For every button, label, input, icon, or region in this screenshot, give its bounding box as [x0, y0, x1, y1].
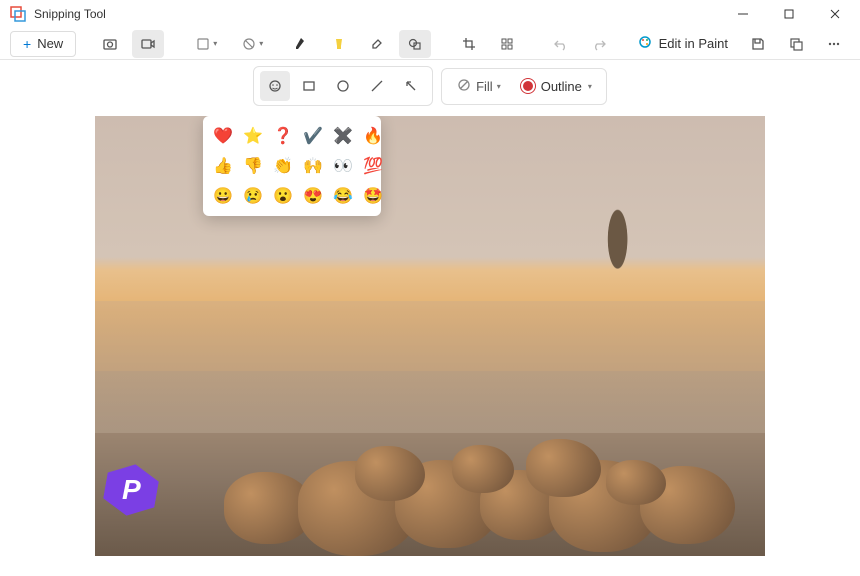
circle-shape-button[interactable]: [328, 71, 358, 101]
highlighter-tool-button[interactable]: [323, 30, 355, 58]
camera-mode-button[interactable]: [94, 30, 126, 58]
plus-icon: +: [23, 36, 31, 52]
outline-dropdown[interactable]: Outline ▾: [513, 75, 600, 98]
emoji-thumbs-up[interactable]: 👍: [211, 154, 235, 178]
emoji-star-eyes[interactable]: 🤩: [361, 184, 385, 208]
copy-button[interactable]: [780, 30, 812, 58]
photo-content: [95, 116, 765, 556]
outline-label: Outline: [541, 79, 582, 94]
video-mode-button[interactable]: [132, 30, 164, 58]
emoji-question[interactable]: ❓: [271, 124, 295, 148]
fill-label: Fill: [476, 79, 493, 94]
emoji-raised-hands[interactable]: 🙌: [301, 154, 325, 178]
captured-image[interactable]: P ❤️ ⭐ ❓ ✔️ ✖️ 🔥 👍 👎 👏 🙌 👀 💯 😀 😢 😮 😍 😂 🤩: [95, 116, 765, 556]
shape-mode-dropdown[interactable]: ▾: [186, 30, 226, 58]
line-shape-button[interactable]: [362, 71, 392, 101]
emoji-heart-eyes[interactable]: 😍: [301, 184, 325, 208]
pen-tool-button[interactable]: [285, 30, 317, 58]
emoji-fire[interactable]: 🔥: [361, 124, 385, 148]
close-button[interactable]: [812, 0, 858, 28]
shape-picker-group: [253, 66, 433, 106]
titlebar: Snipping Tool: [0, 0, 860, 28]
emoji-check[interactable]: ✔️: [301, 124, 325, 148]
chevron-down-icon: ▾: [588, 82, 592, 91]
outline-color-swatch: [521, 79, 535, 93]
emoji-wow[interactable]: 😮: [271, 184, 295, 208]
edit-in-paint-button[interactable]: Edit in Paint: [629, 30, 736, 57]
emoji-shape-button[interactable]: [260, 71, 290, 101]
emoji-clap[interactable]: 👏: [271, 154, 295, 178]
maximize-button[interactable]: [766, 0, 812, 28]
new-button-label: New: [37, 36, 63, 51]
fill-outline-group: Fill ▾ Outline ▾: [441, 68, 607, 105]
arrow-shape-button[interactable]: [396, 71, 426, 101]
window-title: Snipping Tool: [34, 7, 720, 21]
app-icon: [10, 6, 26, 22]
chevron-down-icon: ▾: [497, 82, 501, 91]
no-fill-icon: [456, 77, 472, 96]
redo-button[interactable]: [583, 30, 615, 58]
emoji-thumbs-down[interactable]: 👎: [241, 154, 265, 178]
emoji-star[interactable]: ⭐: [241, 124, 265, 148]
emoji-grin[interactable]: 😀: [211, 184, 235, 208]
shapes-tool-button[interactable]: [399, 30, 431, 58]
emoji-hundred[interactable]: 💯: [361, 154, 385, 178]
more-button[interactable]: [818, 30, 850, 58]
fill-dropdown[interactable]: Fill ▾: [448, 73, 509, 100]
edit-in-paint-label: Edit in Paint: [659, 36, 728, 51]
undo-button[interactable]: [545, 30, 577, 58]
new-button[interactable]: + New: [10, 31, 76, 57]
eraser-tool-button[interactable]: [361, 30, 393, 58]
crop-button[interactable]: [453, 30, 485, 58]
delay-dropdown[interactable]: ▾: [232, 30, 272, 58]
shape-sub-toolbar: Fill ▾ Outline ▾: [0, 60, 860, 112]
paint-icon: [637, 34, 653, 53]
rectangle-shape-button[interactable]: [294, 71, 324, 101]
canvas-area: P ❤️ ⭐ ❓ ✔️ ✖️ 🔥 👍 👎 👏 🙌 👀 💯 😀 😢 😮 😍 😂 🤩: [0, 112, 860, 560]
emoji-cry[interactable]: 😢: [241, 184, 265, 208]
save-button[interactable]: [742, 30, 774, 58]
emoji-picker-popup: ❤️ ⭐ ❓ ✔️ ✖️ 🔥 👍 👎 👏 🙌 👀 💯 😀 😢 😮 😍 😂 🤩: [203, 116, 381, 216]
emoji-eyes[interactable]: 👀: [331, 154, 355, 178]
emoji-laugh[interactable]: 😂: [331, 184, 355, 208]
text-extract-button[interactable]: [491, 30, 523, 58]
main-toolbar: + New ▾ ▾ Edit in Paint: [0, 28, 860, 60]
minimize-button[interactable]: [720, 0, 766, 28]
emoji-cross[interactable]: ✖️: [331, 124, 355, 148]
emoji-heart[interactable]: ❤️: [211, 124, 235, 148]
